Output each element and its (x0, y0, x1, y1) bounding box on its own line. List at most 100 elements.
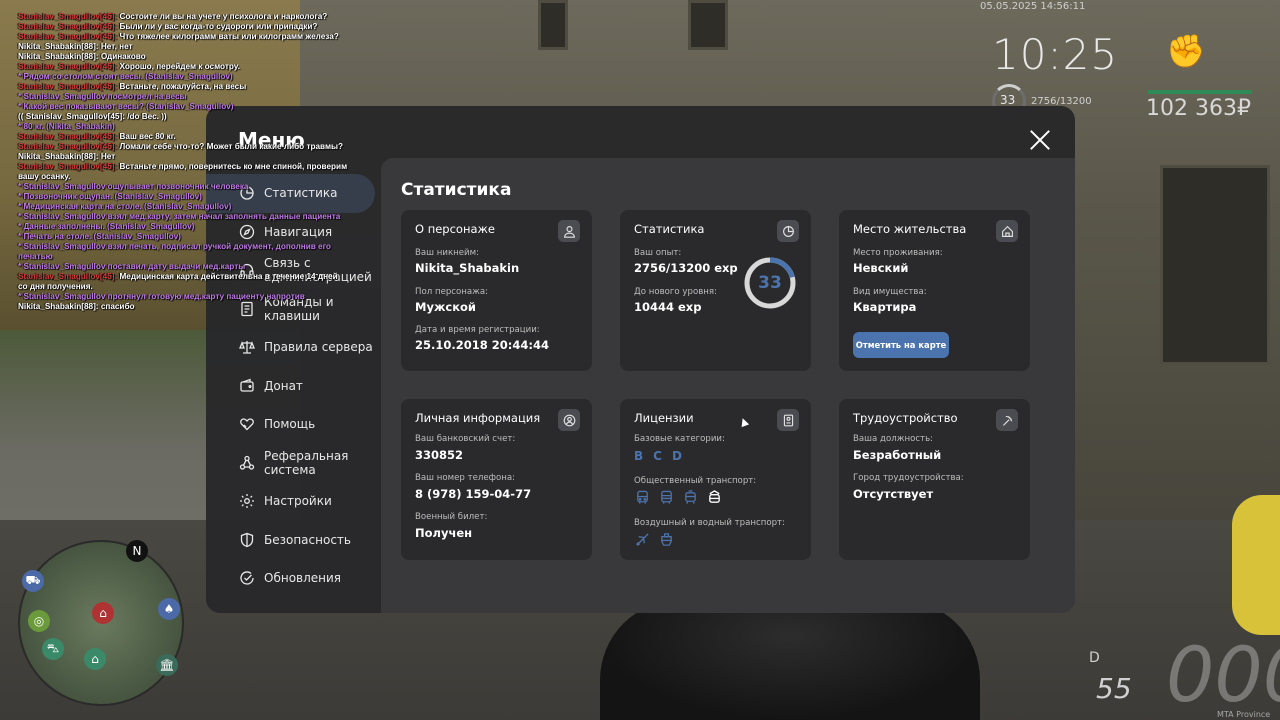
chat-message: * Stanislav_Smagullov посмотрел на весы (18, 92, 187, 101)
chat-log: Stanislav_Smagullov[45]: Состоите ли вы … (18, 12, 358, 312)
bus-icon (634, 489, 650, 505)
tram-icon (682, 489, 698, 505)
chat-author: Stanislav_Smagullov[45]: (18, 62, 118, 71)
chat-message: * Какой вес показывают весы? (Stanislav_… (18, 102, 234, 111)
chat-message: Ваш вес 80 кг. (119, 132, 176, 141)
chat-message: (( Stanislav_Smagullov[45]: /do Вес. )) (18, 112, 167, 121)
hud-gear: D (1089, 650, 1100, 666)
employment-card: Трудоустройство Ваша должность: Безработ… (839, 399, 1030, 560)
card-title: Личная информация (415, 411, 541, 425)
user-icon (558, 220, 580, 242)
bank-value: 330852 (415, 448, 464, 462)
user-circle-icon (558, 409, 580, 431)
chat-line: * Stanislav_Smagullov взял мед.карту, за… (18, 212, 358, 222)
hud-speed-small: 55 (1096, 672, 1132, 705)
nav-item-donate[interactable]: Донат (206, 367, 381, 406)
chat-line: Stanislav_Smagullov[45]: Медицинская кар… (18, 272, 358, 282)
exp-value: 2756/13200 exp (634, 261, 738, 275)
north-icon: N (126, 540, 148, 562)
card-title: Место жительства (853, 222, 967, 236)
military-label: Военный билет: (415, 512, 488, 522)
nav-item-updates[interactable]: Обновления (206, 559, 381, 598)
registration-label: Дата и время регистрации: (415, 325, 540, 335)
chat-message: Ломали себе что-то? Может были какие либ… (119, 142, 343, 151)
license-category: B (634, 449, 644, 463)
chat-line: Stanislav_Smagullov[45]: Встаньте, пожал… (18, 82, 358, 92)
chat-line: Stanislav_Smagullov[45]: Встаньте прямо,… (18, 162, 358, 172)
gear-icon (239, 493, 255, 509)
next-level-label: До нового уровня: (634, 287, 717, 297)
nav-item-referral[interactable]: Реферальная система (206, 444, 381, 483)
stats-content: Статистика О персонаже Ваш никнейм: Niki… (381, 158, 1075, 613)
chat-message: * Печать на столе. (Stanislav_Smagullov) (18, 232, 181, 241)
trolleybus-icon (706, 489, 722, 505)
card-title: Трудоустройство (853, 411, 958, 425)
chat-message: Медицинская карта действительна в течени… (119, 272, 338, 281)
phone-value: 8 (978) 159-04-77 (415, 487, 532, 501)
taxi-car (1232, 495, 1280, 635)
chat-line: * Медицинская карта на столе. (Stanislav… (18, 202, 358, 212)
chat-line: * Данные заполнены. (Stanislav_Smagullov… (18, 222, 358, 232)
position-value: Безработный (853, 448, 942, 462)
chat-line: * 80 кг. (Nikita_Shabakin) (18, 122, 358, 132)
close-button[interactable] (1029, 129, 1051, 151)
chat-message: Что тяжелее килограмм ваты или килограмм… (119, 32, 339, 41)
chat-message: Хорошо, перейдем к осмотру. (119, 62, 240, 71)
nav-item-rules[interactable]: Правила сервера (206, 328, 381, 367)
property-value: Квартира (853, 300, 917, 314)
shield-icon (239, 532, 255, 548)
nav-item-label: Настройки (264, 494, 332, 509)
chat-line: * Позвоночник ощупан. (Stanislav_Smagull… (18, 192, 358, 202)
licenses-card: Лицензии Базовые категории: B C D Общест… (620, 399, 811, 560)
phone-label: Ваш номер телефона: (415, 473, 516, 483)
chat-message: Одинаково (100, 52, 146, 61)
next-level-value: 10444 exp (634, 300, 702, 314)
page-title: Статистика (401, 180, 512, 200)
base-categories-label: Базовые категории: (634, 434, 725, 444)
license-categories: B C D (634, 449, 682, 463)
airplane-icon (634, 531, 650, 547)
chat-line: (( Stanislav_Smagullov[45]: /do Вес. )) (18, 112, 358, 122)
military-value: Получен (415, 526, 473, 540)
wallet-icon (239, 378, 255, 394)
nav-item-help[interactable]: Помощь (206, 405, 381, 444)
boat-icon (658, 531, 674, 547)
bus-icon (658, 489, 674, 505)
chat-author: Nikita_Shabakin[88]: (18, 52, 99, 61)
check-circle-icon (239, 570, 255, 586)
chat-message: Состоите ли вы на учете у психолога и на… (119, 12, 328, 21)
property-label: Вид имущества: (853, 287, 927, 297)
hud-datetime: 05.05.2025 14:56:11 (980, 1, 1086, 12)
id-card-icon (777, 409, 799, 431)
chat-line: * Stanislav_Smagullov протянул готовую м… (18, 292, 358, 302)
chat-line: Stanislav_Smagullov[45]: Были ли у вас к… (18, 22, 358, 32)
chat-message: * Медицинская карта на столе. (Stanislav… (18, 202, 232, 211)
chat-message: Нет (100, 152, 116, 161)
chat-line: Nikita_Shabakin[88]: Нет, нет (18, 42, 358, 52)
nav-item-label: Безопасность (264, 532, 351, 547)
mark-on-map-button[interactable]: Отметить на карте (853, 332, 949, 358)
home-icon (996, 220, 1018, 242)
gender-label: Пол персонажа: (415, 287, 489, 297)
chat-line: Nikita_Shabakin[88]: спасибо (18, 302, 358, 312)
chat-line: * Stanislav_Smagullov посмотрел на весы (18, 92, 358, 102)
chat-message: Встаньте прямо, повернитесь ко мне спино… (119, 162, 348, 171)
nav-item-security[interactable]: Безопасность (206, 521, 381, 560)
player-car (600, 600, 980, 720)
chat-author: Stanislav_Smagullov[45]: (18, 162, 118, 171)
chat-line: * Stanislav_Smagullov взял печать, подпи… (18, 242, 358, 252)
position-label: Ваша должность: (853, 434, 934, 444)
chat-line: Stanislav_Smagullov[45]: Состоите ли вы … (18, 12, 358, 22)
statistics-card: Статистика Ваш опыт: 2756/13200 exp До н… (620, 210, 811, 371)
chat-author: Nikita_Shabakin[88]: (18, 152, 99, 161)
public-transport-icons (634, 489, 722, 505)
chat-line: Stanislav_Smagullov[45]: Ваш вес 80 кг. (18, 132, 358, 142)
chat-author: Nikita_Shabakin[88]: (18, 42, 99, 51)
car-blip-icon: ⛍ (42, 638, 64, 660)
hud-level: 33 (1000, 93, 1016, 107)
server-watermark: MTA Province #5 (1217, 710, 1271, 720)
pickaxe-icon (996, 409, 1018, 431)
nav-item-settings[interactable]: Настройки (206, 482, 381, 521)
chat-message: спасибо (100, 302, 135, 311)
chat-message: * Stanislav_Smagullov поставил дату выда… (18, 262, 246, 271)
